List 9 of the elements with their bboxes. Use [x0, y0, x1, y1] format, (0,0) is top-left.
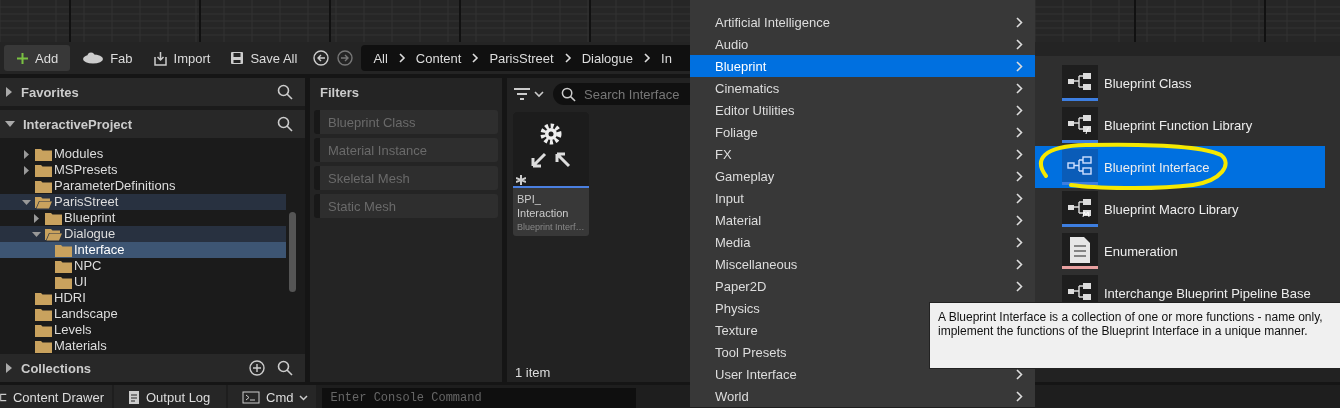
asset-type: Blueprint Interf… — [516, 221, 586, 232]
panel-title: Filters — [320, 84, 360, 100]
tooltip-text: A Blueprint Interface is a collection of one or more functions - name only, — [938, 310, 1324, 324]
panel-title: InteractiveProject — [23, 116, 134, 132]
asset-name: BPI_ Interaction — [516, 192, 570, 220]
panel-title: Collections — [21, 360, 93, 376]
item-count: 1 item — [515, 365, 551, 380]
tooltip-text: implement the functions of the Blueprint Interface in a unique manner. — [938, 324, 1309, 338]
panel-title: Favorites — [21, 84, 80, 100]
